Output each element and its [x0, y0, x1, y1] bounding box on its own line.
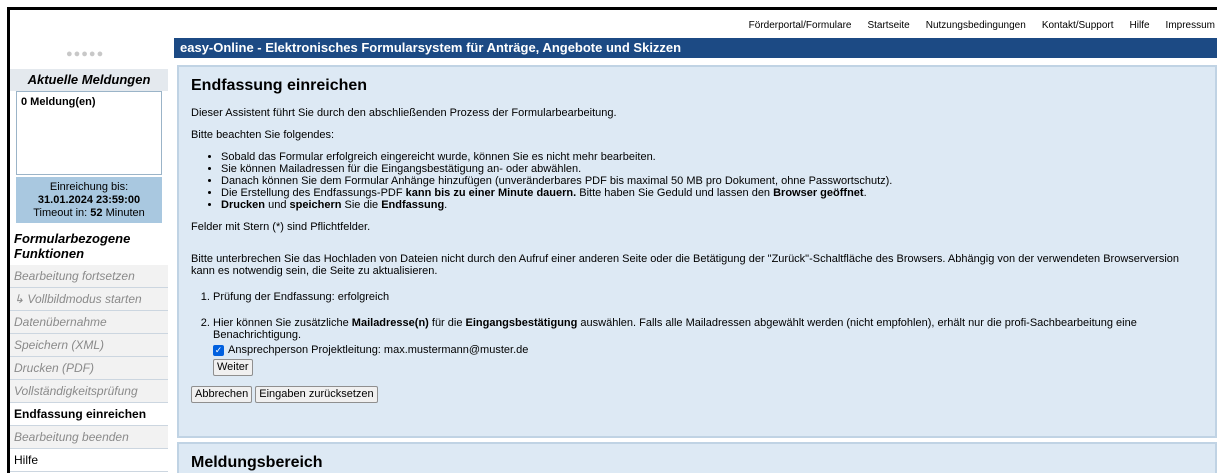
- hint-text: Die Erstellung des Endfassungs-PDF: [221, 187, 406, 199]
- mail-checkbox-label: Ansprechperson Projektleitung: max.muste…: [228, 344, 529, 356]
- news-heading: Aktuelle Meldungen: [10, 69, 168, 91]
- link-startseite[interactable]: Startseite: [867, 20, 909, 31]
- sidebar-item-bearbeitung-fortsetzen[interactable]: Bearbeitung fortsetzen: [10, 265, 168, 288]
- list-item: Sobald das Formular erfolgreich eingerei…: [221, 151, 1203, 163]
- list-item: Sie können Mailadressen für die Eingangs…: [221, 163, 1203, 175]
- cancel-button[interactable]: Abbrechen: [191, 386, 253, 403]
- news-count: 0 Meldung(en): [21, 96, 96, 108]
- hint-bold: Endfassung: [381, 199, 445, 211]
- timeout-value: 52: [90, 207, 103, 219]
- deadline-box: Einreichung bis: 31.01.2024 23:59:00 Tim…: [16, 177, 162, 223]
- sidebar-item-hilfe[interactable]: Hilfe: [10, 449, 168, 472]
- link-kontakt-support[interactable]: Kontakt/Support: [1042, 20, 1114, 31]
- list-item: Drucken und speichern Sie die Endfassung…: [221, 199, 1203, 211]
- hint-bold: Drucken: [221, 199, 266, 211]
- functions-heading: Formularbezogene Funktionen: [14, 231, 131, 261]
- deadline-label: Einreichung bis:: [49, 181, 129, 193]
- logo-icon: ●●●●●: [66, 48, 105, 60]
- sidebar-item-datenuebernahme[interactable]: Datenübernahme: [10, 311, 168, 334]
- timeout-prefix: Timeout in:: [33, 207, 91, 219]
- hint-bold: kann bis zu einer Minute dauern.: [405, 187, 577, 199]
- hint-text: .: [863, 187, 867, 199]
- mail-checkbox[interactable]: ✓: [213, 344, 224, 356]
- sidebar-item-vollbildmodus[interactable]: ↳ Vollbildmodus starten: [10, 288, 168, 311]
- reset-button[interactable]: Eingaben zurücksetzen: [255, 386, 378, 403]
- messages-title: Meldungsbereich: [191, 454, 323, 471]
- link-nutzungsbedingungen[interactable]: Nutzungsbedingungen: [926, 20, 1026, 31]
- sidebar-item-vollstaendigkeitspruefung[interactable]: Vollständigkeitsprüfung: [10, 380, 168, 403]
- timeout-text: Timeout in: 52 Minuten: [16, 207, 162, 220]
- sidebar-item-speichern-xml[interactable]: Speichern (XML): [10, 334, 168, 357]
- app-frame: Förderportal/Formulare Startseite Nutzun…: [7, 7, 1217, 473]
- note-text: Bitte beachten Sie folgendes:: [191, 129, 335, 141]
- hint-bold: speichern: [289, 199, 342, 211]
- next-button[interactable]: Weiter: [213, 359, 253, 376]
- step-bold: Eingangsbestätigung: [465, 317, 578, 329]
- step-pruefung: Prüfung der Endfassung: erfolgreich: [213, 291, 1203, 303]
- page-title: Endfassung einreichen: [191, 77, 368, 94]
- hint-text: Bitte haben Sie Geduld und lassen den: [576, 187, 774, 199]
- timeout-suffix: Minuten: [102, 207, 145, 219]
- list-item: Die Erstellung des Endfassungs-PDF kann …: [221, 187, 1203, 199]
- link-hilfe[interactable]: Hilfe: [1130, 20, 1150, 31]
- messages-panel: Meldungsbereich: [177, 442, 1217, 473]
- sidebar: Aktuelle Meldungen 0 Meldung(en) Einreic…: [10, 69, 168, 472]
- link-foerderportal[interactable]: Förderportal/Formulare: [749, 20, 852, 31]
- required-note: Felder mit Stern (*) sind Pflichtfelder.: [191, 221, 371, 233]
- deadline-value: 31.01.2024 23:59:00: [37, 194, 141, 206]
- hint-list: Sobald das Formular erfolgreich eingerei…: [191, 151, 1203, 211]
- step-text: Hier können Sie zusätzliche: [213, 317, 352, 329]
- step-bold: Mailadresse(n): [351, 317, 429, 329]
- sidebar-item-bearbeitung-beenden[interactable]: Bearbeitung beenden: [10, 426, 168, 449]
- hint-text: und: [265, 199, 290, 211]
- app-banner: easy-Online - Elektronisches Formularsys…: [174, 38, 1217, 58]
- top-links: Förderportal/Formulare Startseite Nutzun…: [749, 20, 1215, 31]
- hint-bold: Browser geöffnet: [773, 187, 864, 199]
- intro-text: Dieser Assistent führt Sie durch den abs…: [191, 107, 617, 119]
- main-content: Endfassung einreichen Dieser Assistent f…: [177, 65, 1217, 473]
- submit-panel: Endfassung einreichen Dieser Assistent f…: [177, 65, 1217, 438]
- step-mailadressen: Hier können Sie zusätzliche Mailadresse(…: [213, 317, 1203, 376]
- hint-text: .: [444, 199, 448, 211]
- news-box: 0 Meldung(en): [16, 91, 162, 175]
- hint-text: Sie die: [341, 199, 382, 211]
- sidebar-item-endfassung-einreichen[interactable]: Endfassung einreichen: [10, 403, 168, 426]
- step-text: für die: [428, 317, 466, 329]
- mail-option: ✓ Ansprechperson Projektleitung: max.mus…: [213, 344, 1203, 356]
- list-item: Danach können Sie dem Formular Anhänge h…: [221, 175, 1203, 187]
- upload-warning: Bitte unterbrechen Sie das Hochladen von…: [191, 253, 1180, 277]
- link-impressum[interactable]: Impressum: [1166, 20, 1215, 31]
- steps-list: Prüfung der Endfassung: erfolgreich Hier…: [191, 291, 1203, 376]
- top-navigation: Förderportal/Formulare Startseite Nutzun…: [10, 10, 1217, 38]
- sidebar-item-drucken-pdf[interactable]: Drucken (PDF): [10, 357, 168, 380]
